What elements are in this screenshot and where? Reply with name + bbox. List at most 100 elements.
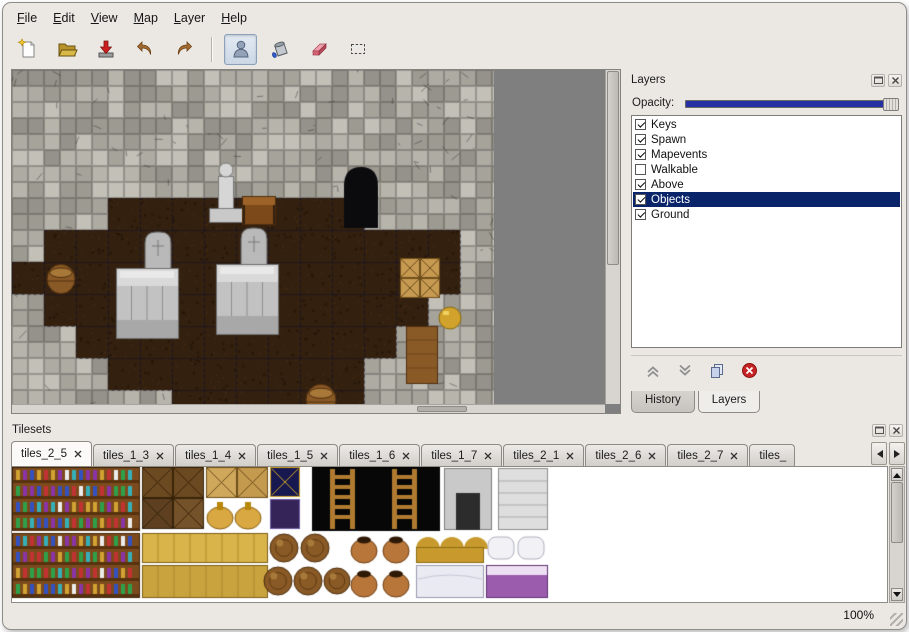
tileset-tab-label: tiles_1_4	[185, 450, 231, 462]
tab-scroll-buttons	[869, 442, 905, 466]
place-object-tool-button[interactable]	[224, 34, 257, 65]
layer-row[interactable]: Keys	[633, 117, 900, 132]
layer-visibility-checkbox[interactable]	[635, 209, 646, 220]
map-vertical-scrollbar[interactable]	[605, 70, 620, 404]
tileset-tab[interactable]: tiles_2_6	[585, 444, 666, 466]
paint-bucket-icon	[269, 38, 291, 60]
opacity-label: Opacity:	[632, 97, 674, 109]
scroll-down-button[interactable]	[891, 588, 903, 601]
undo-button[interactable]	[128, 34, 161, 65]
menu-help[interactable]: Help	[213, 8, 255, 28]
save-button[interactable]	[89, 34, 122, 65]
redo-icon	[173, 38, 195, 60]
fill-tool-button[interactable]	[263, 34, 296, 65]
close-tab-icon[interactable]	[402, 452, 410, 460]
tab-scroll-left-button[interactable]	[871, 442, 887, 465]
map-vscroll-thumb[interactable]	[607, 71, 619, 265]
layer-visibility-checkbox[interactable]	[635, 194, 646, 205]
layer-name: Mapevents	[651, 149, 707, 161]
layer-visibility-checkbox[interactable]	[635, 179, 646, 190]
tileset-vertical-scrollbar[interactable]	[889, 466, 905, 603]
menu-layer[interactable]: Layer	[166, 8, 213, 28]
lower-layer-button[interactable]	[675, 361, 695, 381]
tileset-tab[interactable]: tiles_1_3	[93, 444, 174, 466]
layer-visibility-checkbox[interactable]	[635, 149, 646, 160]
tileset-tab-label: tiles_1_6	[349, 450, 395, 462]
layer-row[interactable]: Ground	[633, 207, 900, 222]
new-button[interactable]	[11, 34, 44, 65]
float-panel-button[interactable]	[872, 424, 886, 437]
map-hscroll-thumb[interactable]	[417, 406, 467, 412]
duplicate-layer-button[interactable]	[707, 361, 727, 381]
map-view	[11, 69, 621, 414]
close-tab-icon[interactable]	[730, 452, 738, 460]
opacity-slider-thumb[interactable]	[883, 98, 899, 111]
tileset-tabs: tiles_2_5 tiles_1_3 tiles_1_4 tiles_1_5 …	[11, 441, 870, 466]
delete-layer-button[interactable]	[739, 361, 759, 381]
open-button[interactable]	[50, 34, 83, 65]
tileset-tab[interactable]: tiles_	[749, 444, 795, 466]
close-panel-button[interactable]	[888, 74, 902, 87]
close-tab-icon[interactable]	[484, 452, 492, 460]
close-tab-icon[interactable]	[238, 452, 246, 460]
tileset-tab[interactable]: tiles_2_5	[11, 441, 92, 466]
menu-file[interactable]: File	[9, 8, 45, 28]
close-icon	[892, 426, 901, 435]
tileset-vscroll-thumb[interactable]	[891, 482, 903, 543]
close-tab-icon[interactable]	[320, 452, 328, 460]
tileset-tab[interactable]: tiles_1_7	[421, 444, 502, 466]
tileset-canvas[interactable]	[12, 467, 888, 600]
select-tool-button[interactable]	[341, 34, 374, 65]
close-tab-icon[interactable]	[648, 452, 656, 460]
layer-row[interactable]: Objects	[633, 192, 900, 207]
tab-scroll-right-button[interactable]	[889, 442, 905, 465]
layer-row[interactable]: Above	[633, 177, 900, 192]
close-tab-icon[interactable]	[74, 450, 82, 458]
eraser-tool-button[interactable]	[302, 34, 335, 65]
tab-layers[interactable]: Layers	[698, 391, 761, 413]
map-canvas[interactable]	[12, 70, 494, 407]
tileset-tab-label: tiles_2_7	[677, 450, 723, 462]
close-panel-button[interactable]	[889, 424, 903, 437]
redo-button[interactable]	[167, 34, 200, 65]
toolbar-separator	[211, 37, 213, 62]
layer-visibility-checkbox[interactable]	[635, 134, 646, 145]
layer-row[interactable]: Walkable	[633, 162, 900, 177]
tileset-tab[interactable]: tiles_2_7	[667, 444, 748, 466]
menu-map[interactable]: Map	[126, 8, 166, 28]
menu-view[interactable]: View	[83, 8, 126, 28]
layer-list: Keys Spawn Mapevents Walkable Above Obje…	[631, 115, 902, 348]
tab-history[interactable]: History	[631, 391, 695, 413]
close-tab-icon[interactable]	[566, 452, 574, 460]
tilesets-panel: Tilesets tiles_2_5	[9, 421, 906, 605]
menu-edit[interactable]: Edit	[45, 8, 83, 28]
layers-panel-titlebar: Layers	[628, 71, 905, 89]
layer-name: Spawn	[651, 134, 686, 146]
dock-bottom-tabs: History Layers	[631, 391, 763, 413]
layer-actions	[631, 355, 902, 385]
scroll-up-button[interactable]	[891, 468, 903, 481]
raise-layer-button[interactable]	[643, 361, 663, 381]
float-panel-button[interactable]	[871, 74, 885, 87]
undo-icon	[134, 38, 156, 60]
opacity-slider[interactable]	[685, 100, 899, 108]
map-horizontal-scrollbar[interactable]	[12, 404, 605, 413]
layer-visibility-checkbox[interactable]	[635, 119, 646, 130]
toolbar	[11, 31, 900, 67]
layer-row[interactable]: Mapevents	[633, 147, 900, 162]
tileset-tab[interactable]: tiles_1_5	[257, 444, 338, 466]
open-folder-icon	[56, 38, 78, 60]
tileset-view	[11, 466, 888, 603]
status-bar: 100%	[9, 603, 900, 626]
tileset-tab[interactable]: tiles_2_1	[503, 444, 584, 466]
tileset-tab[interactable]: tiles_1_4	[175, 444, 256, 466]
layer-visibility-checkbox[interactable]	[635, 164, 646, 175]
close-tab-icon[interactable]	[156, 452, 164, 460]
layer-row[interactable]: Spawn	[633, 132, 900, 147]
tileset-tab-label: tiles_1_5	[267, 450, 313, 462]
layer-name: Objects	[651, 194, 690, 206]
close-icon	[891, 76, 900, 85]
layers-panel: Layers Opacity:	[628, 71, 905, 413]
resize-grip[interactable]	[890, 613, 903, 626]
tileset-tab[interactable]: tiles_1_6	[339, 444, 420, 466]
